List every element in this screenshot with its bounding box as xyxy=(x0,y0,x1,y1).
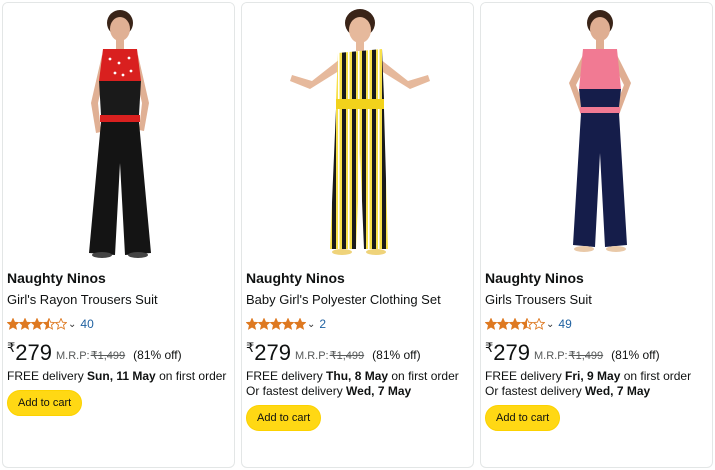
product-image[interactable] xyxy=(481,3,712,261)
currency-symbol: ₹ xyxy=(7,340,16,355)
product-image-girl-black-red-jumpsuit xyxy=(3,3,234,261)
star-rating[interactable] xyxy=(485,318,545,330)
star-icon xyxy=(497,318,509,330)
rating-row: ⌄ 2 xyxy=(246,315,469,333)
star-icon xyxy=(246,318,258,330)
product-title-link[interactable]: Baby Girl's Polyester Clothing Set xyxy=(246,291,469,309)
review-count-link[interactable]: 2 xyxy=(319,317,326,331)
fastest-delivery-date: Wed, 7 May xyxy=(585,384,651,398)
add-to-cart-button[interactable]: Add to cart xyxy=(485,405,561,431)
delivery-prefix: FREE delivery xyxy=(7,369,88,383)
chevron-down-icon[interactable]: ⌄ xyxy=(546,319,554,330)
delivery-suffix: on first order xyxy=(155,369,227,383)
brand-name: Naughty Ninos xyxy=(7,270,106,286)
fastest-delivery-info: Or fastest delivery Wed, 7 May xyxy=(485,384,708,399)
star-icon xyxy=(258,318,270,330)
delivery-date: Sun, 11 May xyxy=(87,369,156,383)
product-image-girl-navy-pink-jumpsuit xyxy=(481,3,712,261)
star-icon xyxy=(270,318,282,330)
price: 279 xyxy=(254,340,291,365)
product-image[interactable] xyxy=(3,3,234,261)
price-row: ₹ 279 M.R.P: ₹1,499 (81% off) xyxy=(485,339,708,365)
price-row: ₹ 279 M.R.P: ₹1,499 (81% off) xyxy=(246,339,469,365)
brand-name: Naughty Ninos xyxy=(485,270,584,286)
discount-percent: (81% off) xyxy=(611,348,660,362)
product-grid: Naughty Ninos Girl's Rayon Trousers Suit… xyxy=(0,0,715,470)
add-to-cart-button[interactable]: Add to cart xyxy=(7,390,83,416)
product-title-link[interactable]: Girl's Rayon Trousers Suit xyxy=(7,291,230,309)
fastest-delivery-date: Wed, 7 May xyxy=(346,384,412,398)
price-row: ₹ 279 M.R.P: ₹1,499 (81% off) xyxy=(7,339,230,365)
mrp-label: M.R.P: xyxy=(56,350,90,362)
star-icon xyxy=(55,318,67,330)
delivery-prefix: FREE delivery xyxy=(246,369,327,383)
star-icon xyxy=(19,318,31,330)
currency-symbol: ₹ xyxy=(485,340,494,355)
review-count-link[interactable]: 40 xyxy=(80,317,93,331)
star-rating[interactable] xyxy=(246,318,306,330)
delivery-date: Thu, 8 May xyxy=(326,369,389,383)
star-icon xyxy=(509,318,521,330)
price: 279 xyxy=(493,340,530,365)
product-card[interactable]: Naughty Ninos Baby Girl's Polyester Clot… xyxy=(241,2,474,468)
discount-percent: (81% off) xyxy=(133,348,182,362)
star-icon xyxy=(294,318,306,330)
discount-percent: (81% off) xyxy=(372,348,421,362)
mrp-value: ₹1,499 xyxy=(568,350,604,362)
product-info: Naughty Ninos Baby Girl's Polyester Clot… xyxy=(246,269,469,431)
currency-symbol: ₹ xyxy=(246,340,255,355)
add-to-cart-button[interactable]: Add to cart xyxy=(246,405,322,431)
rating-row: ⌄ 40 xyxy=(7,315,230,333)
review-count-link[interactable]: 49 xyxy=(558,317,571,331)
star-icon xyxy=(282,318,294,330)
product-image-girl-yellow-striped-set xyxy=(242,3,473,261)
delivery-suffix: on first order xyxy=(388,369,459,383)
product-title-link[interactable]: Girls Trousers Suit xyxy=(485,291,708,309)
delivery-suffix: on first order xyxy=(620,369,692,383)
product-image[interactable] xyxy=(242,3,473,261)
star-icon xyxy=(533,318,545,330)
star-icon xyxy=(485,318,497,330)
delivery-info: FREE delivery Thu, 8 May on first order xyxy=(246,369,469,384)
product-info: Naughty Ninos Girl's Rayon Trousers Suit… xyxy=(7,269,230,416)
mrp-label: M.R.P: xyxy=(295,350,329,362)
mrp-value: ₹1,499 xyxy=(90,350,126,362)
delivery-date: Fri, 9 May xyxy=(565,369,621,383)
star-icon xyxy=(7,318,19,330)
price: 279 xyxy=(15,340,52,365)
mrp-label: M.R.P: xyxy=(534,350,568,362)
star-icon xyxy=(521,318,533,330)
delivery-info: FREE delivery Sun, 11 May on first order xyxy=(7,369,230,384)
product-info: Naughty Ninos Girls Trousers Suit ⌄ 49 ₹… xyxy=(485,269,708,431)
mrp-value: ₹1,499 xyxy=(329,350,365,362)
product-card[interactable]: Naughty Ninos Girls Trousers Suit ⌄ 49 ₹… xyxy=(480,2,713,468)
chevron-down-icon[interactable]: ⌄ xyxy=(68,319,76,330)
fastest-delivery-prefix: Or fastest delivery xyxy=(246,384,347,398)
rating-row: ⌄ 49 xyxy=(485,315,708,333)
fastest-delivery-prefix: Or fastest delivery xyxy=(485,384,586,398)
star-rating[interactable] xyxy=(7,318,67,330)
product-card[interactable]: Naughty Ninos Girl's Rayon Trousers Suit… xyxy=(2,2,235,468)
star-icon xyxy=(43,318,55,330)
brand-name: Naughty Ninos xyxy=(246,270,345,286)
fastest-delivery-info: Or fastest delivery Wed, 7 May xyxy=(246,384,469,399)
star-icon xyxy=(31,318,43,330)
delivery-info: FREE delivery Fri, 9 May on first order xyxy=(485,369,708,384)
chevron-down-icon[interactable]: ⌄ xyxy=(307,319,315,330)
delivery-prefix: FREE delivery xyxy=(485,369,566,383)
